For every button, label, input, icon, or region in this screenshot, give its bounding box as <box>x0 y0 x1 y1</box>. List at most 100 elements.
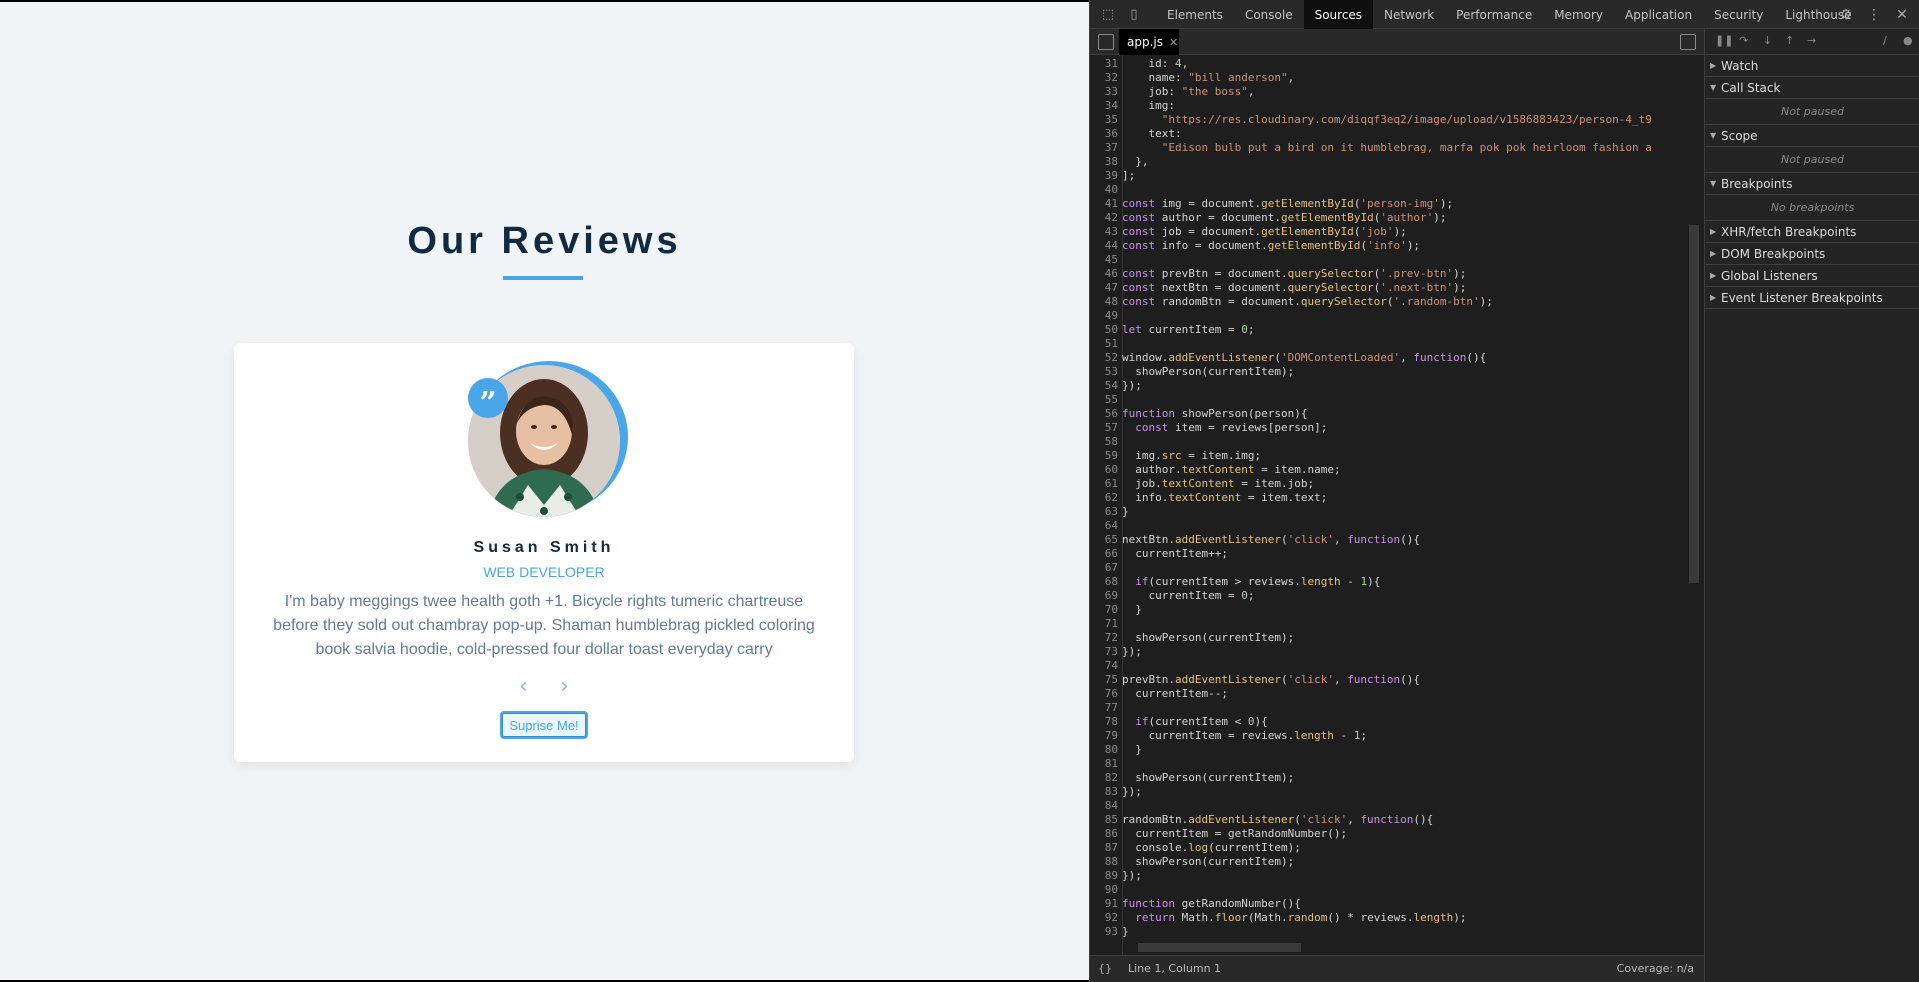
line-number[interactable]: 88 <box>1090 855 1122 869</box>
line-number[interactable]: 45 <box>1090 253 1122 267</box>
pause-exceptions-icon[interactable]: ● <box>1903 34 1913 47</box>
line-number[interactable]: 55 <box>1090 393 1122 407</box>
vertical-scrollbar[interactable] <box>1689 225 1699 583</box>
deactivate-breakpoints-icon[interactable]: ∕ <box>1883 34 1887 47</box>
line-number[interactable]: 91 <box>1090 897 1122 911</box>
line-number[interactable]: 82 <box>1090 771 1122 785</box>
line-number[interactable]: 41 <box>1090 197 1122 211</box>
tab-console[interactable]: Console <box>1234 0 1304 29</box>
line-number[interactable]: 39 <box>1090 169 1122 183</box>
step-icon[interactable]: → <box>1807 34 1816 47</box>
toggle-navigator-icon[interactable] <box>1098 34 1114 50</box>
line-number[interactable]: 35 <box>1090 113 1122 127</box>
more-options-icon[interactable]: ⋮ <box>1860 0 1888 29</box>
line-number[interactable]: 81 <box>1090 757 1122 771</box>
line-number[interactable]: 67 <box>1090 561 1122 575</box>
line-number[interactable]: 38 <box>1090 155 1122 169</box>
settings-gear-icon[interactable]: ⚙ <box>1832 0 1860 29</box>
line-number[interactable]: 90 <box>1090 883 1122 897</box>
line-number[interactable]: 46 <box>1090 267 1122 281</box>
tab-memory[interactable]: Memory <box>1543 0 1614 29</box>
close-icon[interactable]: ✕ <box>1888 0 1916 29</box>
line-number[interactable]: 84 <box>1090 799 1122 813</box>
tab-sources[interactable]: Sources <box>1303 0 1374 29</box>
tab-performance[interactable]: Performance <box>1445 0 1543 29</box>
line-number[interactable]: 49 <box>1090 309 1122 323</box>
line-number[interactable]: 68 <box>1090 575 1122 589</box>
line-number[interactable]: 80 <box>1090 743 1122 757</box>
line-number[interactable]: 61 <box>1090 477 1122 491</box>
line-number[interactable]: 48 <box>1090 295 1122 309</box>
line-number[interactable]: 62 <box>1090 491 1122 505</box>
line-number[interactable]: 78 <box>1090 715 1122 729</box>
line-number[interactable]: 73 <box>1090 645 1122 659</box>
line-number[interactable]: 64 <box>1090 519 1122 533</box>
section-breakpoints[interactable]: ▼ Breakpoints <box>1705 173 1919 195</box>
toggle-debugger-icon[interactable] <box>1680 34 1696 50</box>
next-button[interactable]: › <box>551 673 579 701</box>
line-number[interactable]: 44 <box>1090 239 1122 253</box>
pause-icon[interactable]: ❚❚ <box>1715 34 1733 47</box>
tab-security[interactable]: Security <box>1703 0 1774 29</box>
line-number[interactable]: 63 <box>1090 505 1122 519</box>
line-number[interactable]: 53 <box>1090 365 1122 379</box>
section-global-listeners[interactable]: ▶ Global Listeners <box>1705 265 1919 287</box>
line-number[interactable]: 93 <box>1090 925 1122 939</box>
random-button[interactable]: Suprise Me! <box>500 711 588 739</box>
line-number[interactable]: 72 <box>1090 631 1122 645</box>
line-number[interactable]: 50 <box>1090 323 1122 337</box>
line-number[interactable]: 59 <box>1090 449 1122 463</box>
line-number[interactable]: 71 <box>1090 617 1122 631</box>
line-number[interactable]: 86 <box>1090 827 1122 841</box>
line-number[interactable]: 56 <box>1090 407 1122 421</box>
line-number[interactable]: 85 <box>1090 813 1122 827</box>
line-number[interactable]: 77 <box>1090 701 1122 715</box>
section-call-stack[interactable]: ▼ Call Stack <box>1705 77 1919 99</box>
step-out-icon[interactable]: ↑ <box>1785 34 1794 47</box>
line-number[interactable]: 52 <box>1090 351 1122 365</box>
section-dom-breakpoints[interactable]: ▶ DOM Breakpoints <box>1705 243 1919 265</box>
line-number[interactable]: 89 <box>1090 869 1122 883</box>
line-number[interactable]: 32 <box>1090 71 1122 85</box>
line-number[interactable]: 69 <box>1090 589 1122 603</box>
line-number[interactable]: 58 <box>1090 435 1122 449</box>
section-watch[interactable]: ▶ Watch <box>1705 55 1919 77</box>
step-into-icon[interactable]: ↓ <box>1763 34 1772 47</box>
line-number[interactable]: 87 <box>1090 841 1122 855</box>
line-number[interactable]: 47 <box>1090 281 1122 295</box>
prev-button[interactable]: ‹ <box>509 673 537 701</box>
line-number[interactable]: 40 <box>1090 183 1122 197</box>
line-number[interactable]: 57 <box>1090 421 1122 435</box>
section-event-listener-breakpoints[interactable]: ▶ Event Listener Breakpoints <box>1705 287 1919 309</box>
line-number[interactable]: 34 <box>1090 99 1122 113</box>
line-number[interactable]: 43 <box>1090 225 1122 239</box>
horizontal-scrollbar[interactable] <box>1138 943 1301 952</box>
section-scope[interactable]: ▼ Scope <box>1705 125 1919 147</box>
line-number[interactable]: 83 <box>1090 785 1122 799</box>
code-editor[interactable]: 31 id: 4, 32 name: "bill anderson", 33 job… <box>1090 55 1704 955</box>
section-xhr-breakpoints[interactable]: ▶ XHR/fetch Breakpoints <box>1705 221 1919 243</box>
device-toolbar-icon[interactable]: ▯ <box>1126 7 1142 23</box>
step-over-icon[interactable]: ↷ <box>1739 34 1748 47</box>
line-number[interactable]: 37 <box>1090 141 1122 155</box>
tab-network[interactable]: Network <box>1373 0 1445 29</box>
pretty-print-icon[interactable]: {} <box>1098 956 1112 982</box>
line-number[interactable]: 74 <box>1090 659 1122 673</box>
line-number[interactable]: 75 <box>1090 673 1122 687</box>
line-number[interactable]: 70 <box>1090 603 1122 617</box>
line-number[interactable]: 66 <box>1090 547 1122 561</box>
tab-application[interactable]: Application <box>1614 0 1703 29</box>
line-number[interactable]: 33 <box>1090 85 1122 99</box>
line-number[interactable]: 31 <box>1090 57 1122 71</box>
tab-elements[interactable]: Elements <box>1156 0 1234 29</box>
line-number[interactable]: 51 <box>1090 337 1122 351</box>
file-tab-app-js[interactable]: app.js ✕ <box>1119 29 1179 55</box>
line-number[interactable]: 36 <box>1090 127 1122 141</box>
line-number[interactable]: 42 <box>1090 211 1122 225</box>
line-number[interactable]: 79 <box>1090 729 1122 743</box>
close-tab-icon[interactable]: ✕ <box>1169 36 1178 49</box>
line-number[interactable]: 60 <box>1090 463 1122 477</box>
line-number[interactable]: 92 <box>1090 911 1122 925</box>
line-number[interactable]: 65 <box>1090 533 1122 547</box>
line-number[interactable]: 76 <box>1090 687 1122 701</box>
